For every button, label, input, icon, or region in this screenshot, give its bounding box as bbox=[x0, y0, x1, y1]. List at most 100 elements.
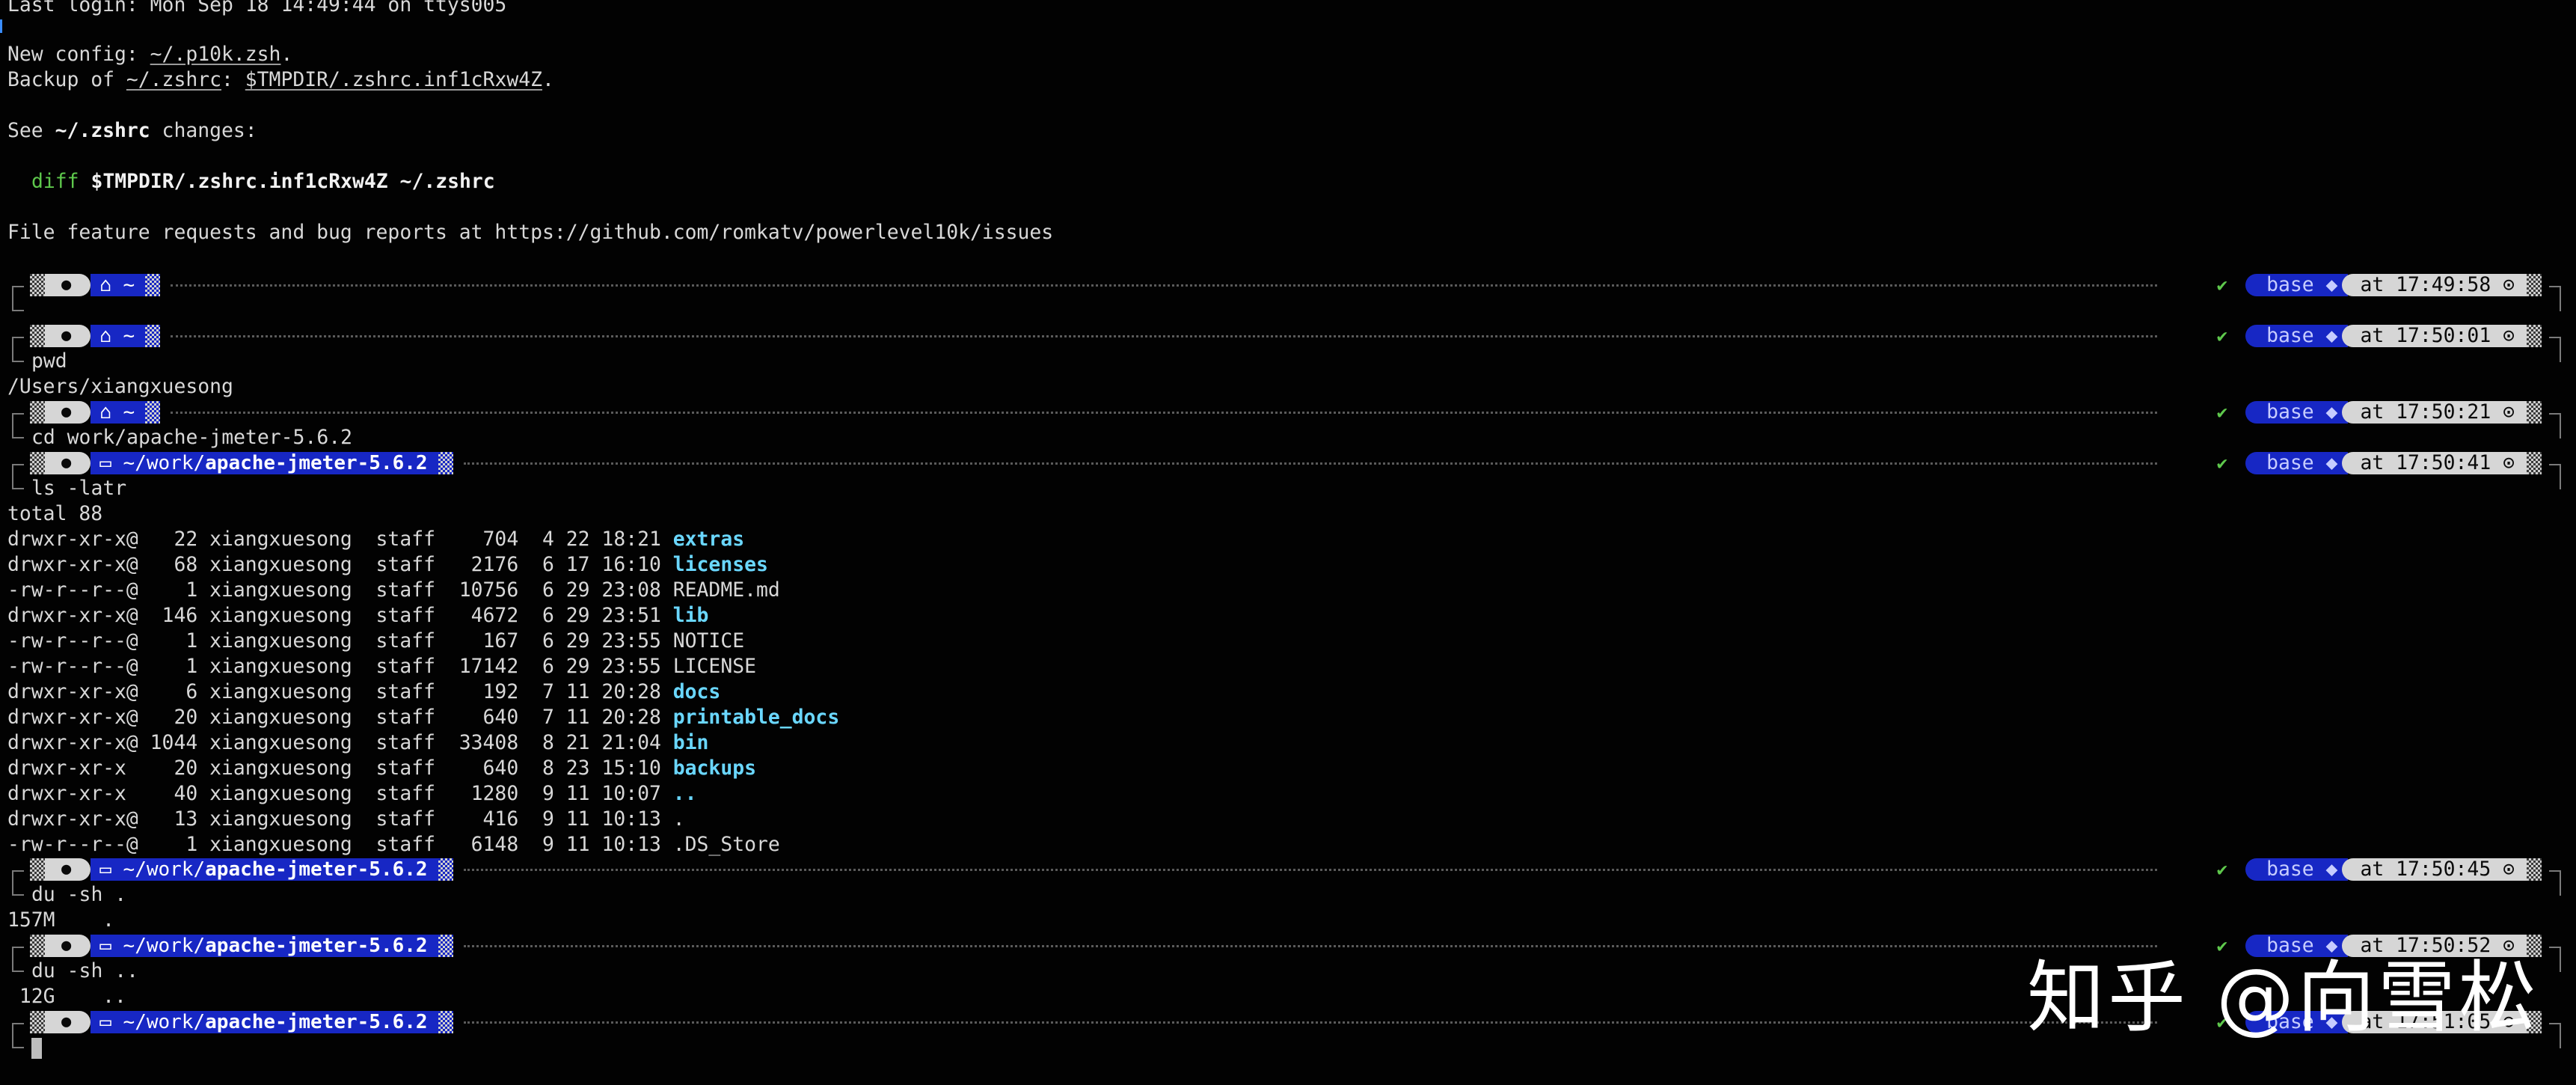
command-line[interactable]: pwd bbox=[12, 349, 67, 374]
command-output: 157M . bbox=[7, 908, 114, 932]
dither-cap bbox=[438, 858, 453, 881]
prompt-filler-dots bbox=[171, 335, 2157, 337]
command-line[interactable]: du -sh .. bbox=[12, 959, 138, 984]
path-prefix: ▭ ~/work/ bbox=[99, 858, 206, 881]
path-prefix: ▭ ~/work/ bbox=[99, 935, 206, 957]
ls-entry-name[interactable]: . bbox=[673, 807, 685, 831]
ls-entry-name[interactable]: backups bbox=[673, 757, 756, 780]
prompt-line: ● ⌂ ~ ✔ base ◆ at 17:49:58 ⊙ bbox=[0, 272, 2576, 311]
text-cursor bbox=[31, 1037, 42, 1059]
current-path-segment: ⌂ ~ bbox=[91, 325, 146, 347]
diff-command: diff bbox=[31, 170, 79, 193]
see-label: See bbox=[7, 119, 55, 142]
ls-row: -rw-r--r--@ 1 xiangxuesong staff 17142 6… bbox=[7, 654, 756, 679]
backup-path[interactable]: ~/.zshrc bbox=[126, 68, 221, 91]
ls-entry-name[interactable]: licenses bbox=[673, 553, 768, 576]
prompt-left-segments: ● ⌂ ~ bbox=[30, 274, 161, 296]
prompt-frame-corner bbox=[12, 476, 24, 489]
current-path-segment: ▭ ~/work/apache-jmeter-5.6.2 bbox=[91, 935, 438, 957]
new-config-label: New config: bbox=[7, 43, 150, 66]
prompt-frame-right bbox=[2549, 337, 2561, 362]
backup-line: Backup of ~/.zshrc: $TMPDIR/.zshrc.inf1c… bbox=[7, 67, 554, 93]
ls-meta: drwxr-xr-x 40 xiangxuesong staff 1280 9 … bbox=[7, 782, 673, 805]
prompt-filler-dots bbox=[171, 284, 2157, 287]
input-line[interactable] bbox=[12, 1035, 42, 1060]
see-end: changes: bbox=[150, 119, 257, 142]
prompt-right-segments: ✔ base ◆ at 17:50:41 ⊙ bbox=[2217, 452, 2542, 474]
path-prefix: ▭ ~/work/ bbox=[99, 452, 206, 474]
new-config-path[interactable]: ~/.p10k.zsh bbox=[150, 43, 281, 66]
time-segment: at 17:50:41 ⊙ bbox=[2342, 452, 2527, 474]
ls-entry-name[interactable]: extras bbox=[673, 528, 744, 551]
new-config-end: . bbox=[280, 43, 293, 66]
prompt-right-segments: ✔ base ◆ at 17:49:58 ⊙ bbox=[2217, 274, 2542, 296]
current-path-segment: ⌂ ~ bbox=[91, 401, 146, 424]
prompt-line: ● ⌂ ~ ✔ base ◆ at 17:50:01 ⊙ bbox=[0, 323, 2576, 362]
dither-cap bbox=[2527, 452, 2542, 474]
conda-env-segment: base ◆ bbox=[2245, 452, 2349, 474]
time-segment: at 17:50:21 ⊙ bbox=[2342, 401, 2527, 424]
ls-row: drwxr-xr-x@ 22 xiangxuesong staff 704 4 … bbox=[7, 527, 744, 552]
ls-meta: drwxr-xr-x@ 6 xiangxuesong staff 192 7 1… bbox=[7, 680, 673, 703]
check-mark-icon: ✔ bbox=[2216, 859, 2228, 880]
zhihu-watermark: 知乎 @向雪松 bbox=[2027, 952, 2540, 1043]
check-mark-icon: ✔ bbox=[2216, 275, 2228, 296]
path-bold: apache-jmeter-5.6.2 bbox=[205, 935, 428, 957]
input-line[interactable] bbox=[12, 298, 31, 323]
ls-entry-name[interactable]: bin bbox=[673, 731, 709, 754]
prompt-frame-right bbox=[2549, 464, 2561, 489]
prompt-left-segments: ● ▭ ~/work/apache-jmeter-5.6.2 bbox=[30, 858, 453, 881]
command-output: /Users/xiangxuesong bbox=[7, 375, 233, 398]
ls-entry-name[interactable]: docs bbox=[673, 680, 721, 703]
ls-meta: drwxr-xr-x@ 1044 xiangxuesong staff 3340… bbox=[7, 731, 673, 754]
prompt-left-segments: ● ⌂ ~ bbox=[30, 401, 161, 424]
path-prefix: ⌂ ~ bbox=[99, 325, 135, 347]
command-line[interactable]: cd work/apache-jmeter-5.6.2 bbox=[12, 425, 352, 450]
ls-entry-name[interactable]: README.md bbox=[673, 578, 780, 602]
last-login-line: Last login: Mon Sep 18 14:49:44 on ttys0… bbox=[7, 0, 507, 16]
path-bold: apache-jmeter-5.6.2 bbox=[205, 1011, 428, 1033]
command-output: total 88 bbox=[7, 502, 103, 525]
path-bold: apache-jmeter-5.6.2 bbox=[205, 858, 428, 881]
ls-entry-name[interactable]: LICENSE bbox=[673, 655, 756, 678]
issues-line: File feature requests and bug reports at… bbox=[7, 221, 1054, 244]
dither-cap bbox=[438, 1011, 453, 1033]
check-mark-icon: ✔ bbox=[2216, 402, 2228, 423]
command-text: cd work/apache-jmeter-5.6.2 bbox=[31, 426, 352, 449]
conda-env-segment: base ◆ bbox=[2245, 325, 2349, 347]
prompt-right-segments: ✔ base ◆ at 17:50:45 ⊙ bbox=[2217, 858, 2542, 881]
see-file: ~/.zshrc bbox=[55, 119, 150, 142]
backup-sep: : bbox=[221, 68, 245, 91]
prompt-filler-dots bbox=[464, 945, 2157, 947]
command-line[interactable]: ls -latr bbox=[12, 476, 126, 501]
ls-row: -rw-r--r--@ 1 xiangxuesong staff 167 6 2… bbox=[7, 629, 744, 654]
prompt-right-segments: ✔ base ◆ at 17:50:01 ⊙ bbox=[2217, 325, 2542, 347]
ls-entry-name[interactable]: lib bbox=[673, 604, 709, 627]
conda-env-segment: base ◆ bbox=[2245, 858, 2349, 881]
command-line[interactable]: du -sh . bbox=[12, 882, 126, 908]
ls-entry-name[interactable]: .. bbox=[673, 782, 697, 805]
current-path-segment: ⌂ ~ bbox=[91, 274, 146, 296]
check-mark-icon: ✔ bbox=[2216, 453, 2228, 474]
time-segment: at 17:49:58 ⊙ bbox=[2342, 274, 2527, 296]
path-prefix: ⌂ ~ bbox=[99, 401, 135, 424]
dither-cap bbox=[30, 401, 45, 424]
command-text: du -sh . bbox=[31, 883, 127, 906]
ls-entry-name[interactable]: .DS_Store bbox=[673, 833, 780, 856]
ls-entry-name[interactable]: NOTICE bbox=[673, 629, 744, 652]
ls-entry-name[interactable]: printable_docs bbox=[673, 706, 839, 729]
prompt-left-segments: ● ⌂ ~ bbox=[30, 325, 161, 347]
command-text: du -sh .. bbox=[31, 959, 138, 982]
dither-cap bbox=[145, 325, 161, 347]
apple-logo-icon: ● bbox=[45, 1011, 91, 1033]
diff-line: diff $TMPDIR/.zshrc.inf1cRxw4Z ~/.zshrc bbox=[31, 169, 495, 195]
ls-row: drwxr-xr-x 20 xiangxuesong staff 640 8 2… bbox=[7, 756, 756, 781]
current-path-segment: ▭ ~/work/apache-jmeter-5.6.2 bbox=[91, 452, 438, 474]
backup-target[interactable]: $TMPDIR/.zshrc.inf1cRxw4Z bbox=[245, 68, 542, 91]
conda-env-segment: base ◆ bbox=[2245, 401, 2349, 424]
ls-row: -rw-r--r--@ 1 xiangxuesong staff 10756 6… bbox=[7, 578, 780, 603]
prompt-frame-right bbox=[2549, 286, 2561, 311]
ls-row: -rw-r--r--@ 1 xiangxuesong staff 6148 9 … bbox=[7, 832, 780, 858]
prompt-filler-dots bbox=[464, 462, 2157, 465]
prompt-right-segments: ✔ base ◆ at 17:50:21 ⊙ bbox=[2217, 401, 2542, 424]
